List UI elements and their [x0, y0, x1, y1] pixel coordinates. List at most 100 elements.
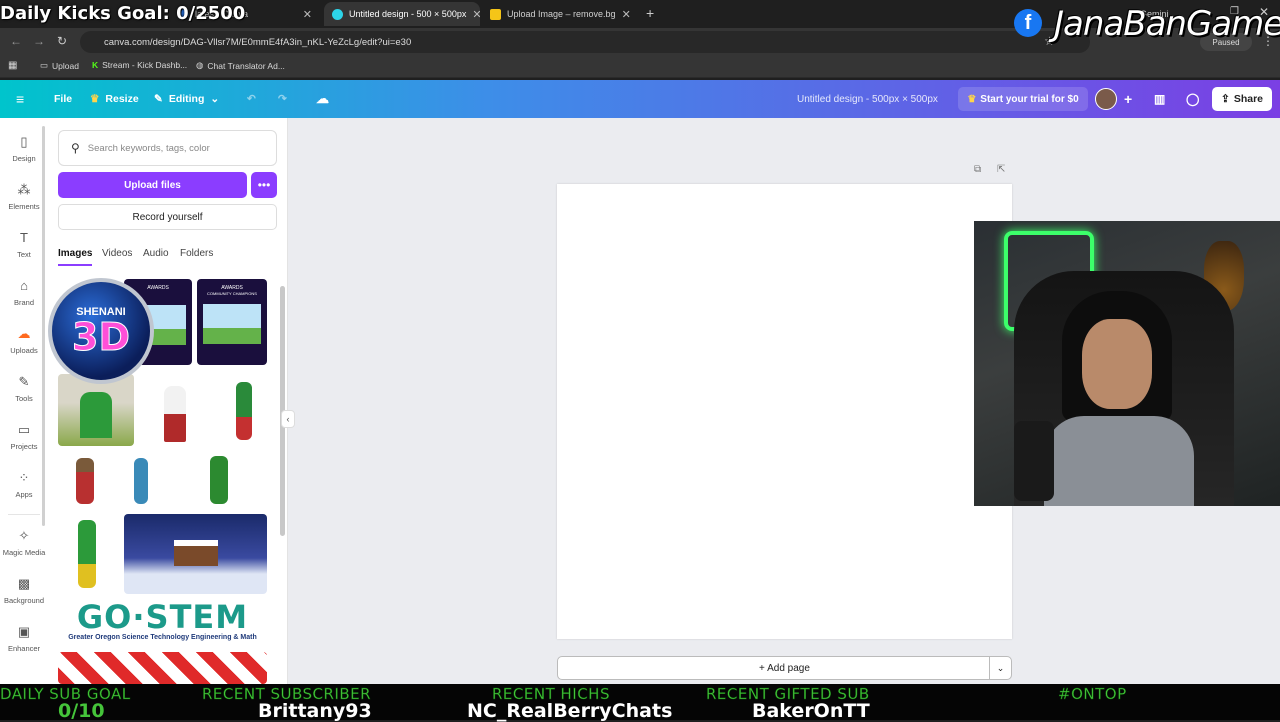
streamer-brand: JanaBanGames	[1054, 4, 1280, 44]
elf-figure	[78, 520, 96, 588]
upload-thumbnail[interactable]	[150, 374, 202, 446]
hamburger-icon[interactable]: ≡	[16, 80, 24, 118]
add-page-icon[interactable]: ⇱	[997, 164, 1005, 175]
tab-label: Upload Image – remove.bg	[507, 9, 616, 19]
forward-icon[interactable]: →	[33, 34, 45, 48]
recent-subscriber-value: Brittany93	[258, 700, 372, 722]
chevron-down-icon[interactable]: ⌄	[989, 657, 1011, 679]
upload-thumbnail[interactable]	[118, 452, 164, 508]
removebg-favicon-icon	[490, 8, 501, 20]
crown-icon: ♛	[90, 93, 100, 105]
share-label: Share	[1233, 93, 1263, 105]
bookmark-chat-translator[interactable]: ◍ Chat Translator Ad...	[196, 60, 285, 71]
rail-uploads[interactable]: ☁ Uploads	[0, 326, 48, 370]
file-menu[interactable]: File	[54, 80, 72, 118]
rail-brand[interactable]: ⌂ Brand	[0, 278, 48, 322]
close-icon[interactable]: ✕	[303, 8, 312, 21]
design-icon: ▯	[20, 134, 28, 149]
share-icon: ⇪	[1221, 93, 1230, 105]
back-icon[interactable]: ←	[10, 34, 22, 48]
apps-icon: ⁘	[18, 470, 30, 485]
upload-thumbnail[interactable]	[172, 452, 267, 508]
upload-thumbnail[interactable]: AWARDS COMMUNITY CHAMPIONS	[197, 279, 267, 365]
trial-label: Start your trial for $0	[980, 93, 1079, 105]
url-bar[interactable]: canva.com/design/DAG-Vllsr7M/E0mmE4fA3in…	[80, 31, 1090, 53]
search-input[interactable]: ⚲ Search keywords, tags, color	[58, 130, 277, 166]
elf-figure	[210, 456, 228, 504]
background-icon: ▩	[17, 576, 31, 591]
rail-background[interactable]: ▩ Background	[0, 576, 48, 620]
upload-thumbnail[interactable]	[58, 374, 134, 446]
resize-label: Resize	[105, 93, 139, 105]
bookmark-label: Upload	[52, 60, 79, 71]
upload-thumbnail[interactable]	[222, 374, 267, 446]
tools-icon: ✎	[18, 374, 30, 389]
avatar[interactable]	[1095, 88, 1117, 110]
bookmarks-bar: ▦ ▭ Upload K Stream - Kick Dashb... ◍ Chat …	[0, 56, 1280, 78]
collapse-panel-icon[interactable]: ‹	[281, 410, 295, 428]
document-title[interactable]: Untitled design - 500px × 500px	[797, 80, 938, 118]
cabin-scene	[174, 540, 218, 566]
url-text: canva.com/design/DAG-Vllsr7M/E0mmE4fA3in…	[104, 36, 412, 48]
close-icon[interactable]: ✕	[472, 8, 480, 21]
add-page-button[interactable]: + Add page ⌄	[557, 656, 1012, 680]
upload-thumbnail[interactable]	[124, 514, 267, 594]
insights-icon[interactable]: ▥	[1154, 80, 1165, 118]
rail-label: Elements	[8, 202, 40, 211]
cloud-saved-icon[interactable]: ☁	[316, 80, 329, 118]
upload-thumbnail[interactable]	[58, 652, 267, 684]
duplicate-page-icon[interactable]: ⧉	[974, 164, 981, 175]
rail-enhancer[interactable]: ▣ Enhancer	[0, 624, 48, 668]
upload-files-button[interactable]: Upload files	[58, 172, 247, 198]
rail-label: Background	[3, 596, 45, 605]
apps-grid-icon[interactable]: ▦	[8, 60, 17, 71]
record-yourself-button[interactable]: Record yourself	[58, 204, 277, 230]
rail-magic-media[interactable]: ✧ Magic Media	[0, 528, 48, 572]
tab-untitled-design[interactable]: Untitled design - 500 × 500px ✕	[324, 2, 480, 26]
undo-icon[interactable]: ↶	[247, 80, 256, 118]
elements-icon: ⁂	[17, 182, 31, 197]
enhancer-icon: ▣	[17, 624, 31, 639]
add-collaborator-icon[interactable]: +	[1124, 80, 1132, 118]
thumb-text: COMMUNITY CHAMPIONS	[207, 291, 257, 296]
redo-icon[interactable]: ↷	[278, 80, 287, 118]
chevron-down-icon: ⌄	[210, 93, 220, 105]
tab-removebg[interactable]: Upload Image – remove.bg ✕	[482, 2, 638, 26]
text-icon: T	[20, 230, 28, 245]
resize-button[interactable]: ♛ Resize	[90, 80, 139, 118]
rail-label: Uploads	[10, 346, 38, 355]
bookmark-kick[interactable]: K Stream - Kick Dashb...	[92, 60, 187, 70]
rail-elements[interactable]: ⁂ Elements	[0, 182, 48, 226]
tab-audio[interactable]: Audio	[143, 248, 169, 259]
start-trial-button[interactable]: ♛ Start your trial for $0	[958, 87, 1088, 111]
close-icon[interactable]: ✕	[622, 8, 631, 21]
tab-videos[interactable]: Videos	[102, 248, 132, 259]
rail-scrollbar[interactable]	[42, 126, 45, 526]
bookmark-upload[interactable]: ▭ Upload	[40, 60, 79, 71]
rail-apps[interactable]: ⁘ Apps	[0, 470, 48, 514]
editing-dropdown[interactable]: ✎ Editing ⌄	[154, 80, 219, 118]
upload-thumbnail[interactable]	[58, 514, 116, 594]
editing-label: Editing	[168, 93, 205, 105]
rail-projects[interactable]: ▭ Projects	[0, 422, 48, 466]
share-button[interactable]: ⇪ Share	[1212, 87, 1272, 111]
rail-design[interactable]: ▯ Design	[0, 134, 48, 178]
daily-sub-goal-value: 0/10	[58, 700, 105, 722]
new-tab-icon[interactable]: +	[646, 5, 654, 21]
tab-images[interactable]: Images	[58, 248, 93, 266]
globe-icon: ◍	[196, 60, 204, 70]
rail-tools[interactable]: ✎ Tools	[0, 374, 48, 418]
elf-figure	[236, 382, 252, 440]
upload-thumbnail[interactable]: GO·STEM Greater Oregon Science Technolog…	[58, 600, 267, 648]
canva-favicon-icon	[332, 8, 343, 20]
design-page[interactable]	[557, 184, 1012, 639]
reload-icon[interactable]: ↻	[57, 34, 67, 48]
rail-divider	[8, 514, 40, 515]
more-options-icon[interactable]: •••	[251, 172, 277, 198]
rail-text[interactable]: T Text	[0, 230, 48, 274]
canva-top-bar: ≡ File ♛ Resize ✎ Editing ⌄ ↶ ↷ ☁ Untitled …	[0, 80, 1280, 118]
upload-thumbnail[interactable]	[62, 452, 108, 508]
shenani-3d-logo: SHENANI 3D	[48, 278, 154, 384]
comment-icon[interactable]: ◯	[1186, 80, 1199, 118]
tab-folders[interactable]: Folders	[180, 248, 213, 259]
